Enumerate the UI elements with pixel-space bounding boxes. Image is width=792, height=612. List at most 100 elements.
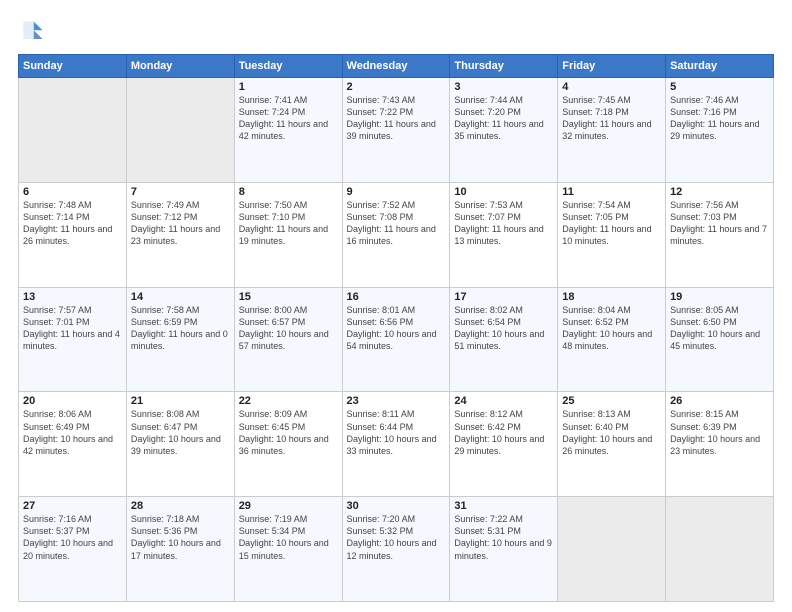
calendar-cell-4-2: 21Sunrise: 8:08 AM Sunset: 6:47 PM Dayli… <box>126 392 234 497</box>
calendar-cell-5-6 <box>558 497 666 602</box>
day-info: Sunrise: 8:04 AM Sunset: 6:52 PM Dayligh… <box>562 304 661 353</box>
calendar-cell-3-5: 17Sunrise: 8:02 AM Sunset: 6:54 PM Dayli… <box>450 287 558 392</box>
day-number: 9 <box>347 186 446 198</box>
calendar-cell-2-1: 6Sunrise: 7:48 AM Sunset: 7:14 PM Daylig… <box>19 182 127 287</box>
day-info: Sunrise: 7:56 AM Sunset: 7:03 PM Dayligh… <box>670 199 769 248</box>
calendar-cell-5-1: 27Sunrise: 7:16 AM Sunset: 5:37 PM Dayli… <box>19 497 127 602</box>
day-info: Sunrise: 7:52 AM Sunset: 7:08 PM Dayligh… <box>347 199 446 248</box>
day-info: Sunrise: 7:44 AM Sunset: 7:20 PM Dayligh… <box>454 94 553 143</box>
day-number: 15 <box>239 291 338 303</box>
calendar-cell-2-7: 12Sunrise: 7:56 AM Sunset: 7:03 PM Dayli… <box>666 182 774 287</box>
logo <box>18 18 50 46</box>
day-info: Sunrise: 7:18 AM Sunset: 5:36 PM Dayligh… <box>131 513 230 562</box>
calendar-cell-3-7: 19Sunrise: 8:05 AM Sunset: 6:50 PM Dayli… <box>666 287 774 392</box>
day-number: 24 <box>454 395 553 407</box>
day-number: 31 <box>454 500 553 512</box>
calendar-header-monday: Monday <box>126 55 234 78</box>
day-info: Sunrise: 7:41 AM Sunset: 7:24 PM Dayligh… <box>239 94 338 143</box>
calendar-cell-3-3: 15Sunrise: 8:00 AM Sunset: 6:57 PM Dayli… <box>234 287 342 392</box>
calendar-cell-1-7: 5Sunrise: 7:46 AM Sunset: 7:16 PM Daylig… <box>666 78 774 183</box>
day-number: 5 <box>670 81 769 93</box>
header <box>18 18 774 46</box>
calendar-week-1: 1Sunrise: 7:41 AM Sunset: 7:24 PM Daylig… <box>19 78 774 183</box>
calendar-week-2: 6Sunrise: 7:48 AM Sunset: 7:14 PM Daylig… <box>19 182 774 287</box>
day-number: 12 <box>670 186 769 198</box>
calendar-cell-4-3: 22Sunrise: 8:09 AM Sunset: 6:45 PM Dayli… <box>234 392 342 497</box>
calendar-week-4: 20Sunrise: 8:06 AM Sunset: 6:49 PM Dayli… <box>19 392 774 497</box>
day-number: 20 <box>23 395 122 407</box>
day-info: Sunrise: 7:48 AM Sunset: 7:14 PM Dayligh… <box>23 199 122 248</box>
calendar-cell-2-5: 10Sunrise: 7:53 AM Sunset: 7:07 PM Dayli… <box>450 182 558 287</box>
day-number: 2 <box>347 81 446 93</box>
day-info: Sunrise: 8:08 AM Sunset: 6:47 PM Dayligh… <box>131 408 230 457</box>
page: SundayMondayTuesdayWednesdayThursdayFrid… <box>0 0 792 612</box>
day-number: 18 <box>562 291 661 303</box>
day-info: Sunrise: 7:16 AM Sunset: 5:37 PM Dayligh… <box>23 513 122 562</box>
day-number: 21 <box>131 395 230 407</box>
calendar-cell-5-2: 28Sunrise: 7:18 AM Sunset: 5:36 PM Dayli… <box>126 497 234 602</box>
day-number: 4 <box>562 81 661 93</box>
calendar-cell-2-6: 11Sunrise: 7:54 AM Sunset: 7:05 PM Dayli… <box>558 182 666 287</box>
day-number: 22 <box>239 395 338 407</box>
calendar-cell-2-2: 7Sunrise: 7:49 AM Sunset: 7:12 PM Daylig… <box>126 182 234 287</box>
day-info: Sunrise: 7:58 AM Sunset: 6:59 PM Dayligh… <box>131 304 230 353</box>
day-info: Sunrise: 7:54 AM Sunset: 7:05 PM Dayligh… <box>562 199 661 248</box>
calendar-header-sunday: Sunday <box>19 55 127 78</box>
calendar-cell-5-4: 30Sunrise: 7:20 AM Sunset: 5:32 PM Dayli… <box>342 497 450 602</box>
calendar-cell-4-5: 24Sunrise: 8:12 AM Sunset: 6:42 PM Dayli… <box>450 392 558 497</box>
day-number: 10 <box>454 186 553 198</box>
calendar-cell-1-1 <box>19 78 127 183</box>
day-info: Sunrise: 8:15 AM Sunset: 6:39 PM Dayligh… <box>670 408 769 457</box>
calendar-cell-3-2: 14Sunrise: 7:58 AM Sunset: 6:59 PM Dayli… <box>126 287 234 392</box>
calendar-cell-3-1: 13Sunrise: 7:57 AM Sunset: 7:01 PM Dayli… <box>19 287 127 392</box>
calendar-header-saturday: Saturday <box>666 55 774 78</box>
day-number: 28 <box>131 500 230 512</box>
day-number: 17 <box>454 291 553 303</box>
calendar-header-thursday: Thursday <box>450 55 558 78</box>
day-number: 14 <box>131 291 230 303</box>
calendar-cell-4-7: 26Sunrise: 8:15 AM Sunset: 6:39 PM Dayli… <box>666 392 774 497</box>
day-info: Sunrise: 8:09 AM Sunset: 6:45 PM Dayligh… <box>239 408 338 457</box>
logo-icon <box>18 18 46 46</box>
calendar-cell-1-6: 4Sunrise: 7:45 AM Sunset: 7:18 PM Daylig… <box>558 78 666 183</box>
calendar-cell-4-4: 23Sunrise: 8:11 AM Sunset: 6:44 PM Dayli… <box>342 392 450 497</box>
day-info: Sunrise: 7:43 AM Sunset: 7:22 PM Dayligh… <box>347 94 446 143</box>
day-info: Sunrise: 8:12 AM Sunset: 6:42 PM Dayligh… <box>454 408 553 457</box>
calendar-cell-4-1: 20Sunrise: 8:06 AM Sunset: 6:49 PM Dayli… <box>19 392 127 497</box>
day-number: 27 <box>23 500 122 512</box>
calendar-cell-5-3: 29Sunrise: 7:19 AM Sunset: 5:34 PM Dayli… <box>234 497 342 602</box>
day-number: 11 <box>562 186 661 198</box>
calendar-cell-2-3: 8Sunrise: 7:50 AM Sunset: 7:10 PM Daylig… <box>234 182 342 287</box>
calendar-header-friday: Friday <box>558 55 666 78</box>
calendar: SundayMondayTuesdayWednesdayThursdayFrid… <box>18 54 774 602</box>
calendar-cell-1-5: 3Sunrise: 7:44 AM Sunset: 7:20 PM Daylig… <box>450 78 558 183</box>
day-info: Sunrise: 8:11 AM Sunset: 6:44 PM Dayligh… <box>347 408 446 457</box>
calendar-cell-2-4: 9Sunrise: 7:52 AM Sunset: 7:08 PM Daylig… <box>342 182 450 287</box>
day-number: 19 <box>670 291 769 303</box>
day-number: 13 <box>23 291 122 303</box>
day-info: Sunrise: 8:01 AM Sunset: 6:56 PM Dayligh… <box>347 304 446 353</box>
day-info: Sunrise: 8:13 AM Sunset: 6:40 PM Dayligh… <box>562 408 661 457</box>
day-number: 1 <box>239 81 338 93</box>
day-info: Sunrise: 7:49 AM Sunset: 7:12 PM Dayligh… <box>131 199 230 248</box>
day-number: 3 <box>454 81 553 93</box>
day-number: 7 <box>131 186 230 198</box>
calendar-cell-1-2 <box>126 78 234 183</box>
day-number: 16 <box>347 291 446 303</box>
day-info: Sunrise: 8:02 AM Sunset: 6:54 PM Dayligh… <box>454 304 553 353</box>
day-info: Sunrise: 7:57 AM Sunset: 7:01 PM Dayligh… <box>23 304 122 353</box>
calendar-week-5: 27Sunrise: 7:16 AM Sunset: 5:37 PM Dayli… <box>19 497 774 602</box>
calendar-cell-3-4: 16Sunrise: 8:01 AM Sunset: 6:56 PM Dayli… <box>342 287 450 392</box>
day-info: Sunrise: 8:05 AM Sunset: 6:50 PM Dayligh… <box>670 304 769 353</box>
day-number: 26 <box>670 395 769 407</box>
calendar-cell-4-6: 25Sunrise: 8:13 AM Sunset: 6:40 PM Dayli… <box>558 392 666 497</box>
day-info: Sunrise: 8:00 AM Sunset: 6:57 PM Dayligh… <box>239 304 338 353</box>
day-info: Sunrise: 7:45 AM Sunset: 7:18 PM Dayligh… <box>562 94 661 143</box>
day-info: Sunrise: 8:06 AM Sunset: 6:49 PM Dayligh… <box>23 408 122 457</box>
day-info: Sunrise: 7:46 AM Sunset: 7:16 PM Dayligh… <box>670 94 769 143</box>
day-number: 25 <box>562 395 661 407</box>
calendar-cell-1-3: 1Sunrise: 7:41 AM Sunset: 7:24 PM Daylig… <box>234 78 342 183</box>
day-info: Sunrise: 7:22 AM Sunset: 5:31 PM Dayligh… <box>454 513 553 562</box>
calendar-header-tuesday: Tuesday <box>234 55 342 78</box>
day-number: 29 <box>239 500 338 512</box>
